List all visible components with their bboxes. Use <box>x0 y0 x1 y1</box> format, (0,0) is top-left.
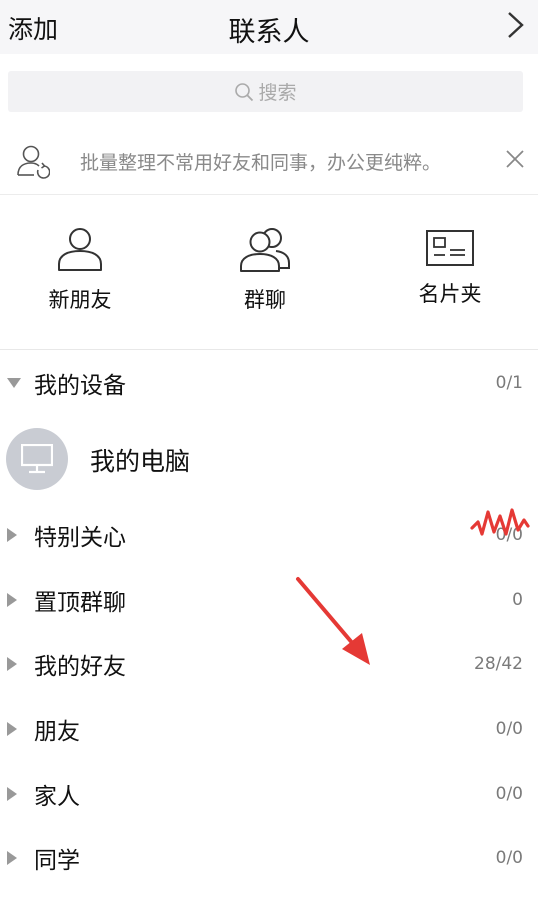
top-bar: 添加 联系人 <box>0 0 538 54</box>
group-name: 特别关心 <box>34 525 126 551</box>
triangle-right-icon <box>7 657 17 671</box>
cleanup-notice[interactable]: 批量整理不常用好友和同事，办公更纯粹。 <box>0 128 538 195</box>
card-holder-label: 名片夹 <box>418 282 482 306</box>
quick-actions: 新朋友 群聊 名片夹 <box>0 208 538 348</box>
avatar <box>6 428 68 490</box>
group-name: 我的好友 <box>34 654 126 680</box>
new-friends-label: 新朋友 <box>48 288 112 312</box>
group-count: 0/0 <box>495 719 523 739</box>
group-count: 0/0 <box>495 848 523 868</box>
group-name: 朋友 <box>34 719 80 745</box>
group-my-devices[interactable]: 我的设备 0/1 <box>0 355 538 411</box>
group-name: 家人 <box>34 784 80 810</box>
divider <box>0 349 538 350</box>
red-arrow-annotation <box>296 577 370 665</box>
group-count: 0/1 <box>495 373 523 393</box>
triangle-down-icon <box>7 378 21 388</box>
triangle-right-icon <box>7 722 17 736</box>
person-icon <box>58 228 102 271</box>
search-icon <box>235 82 254 101</box>
triangle-right-icon <box>7 528 17 542</box>
contact-refresh-icon <box>17 145 50 179</box>
waveform-icon <box>470 508 530 536</box>
close-icon[interactable] <box>504 148 526 170</box>
group-my-friends[interactable]: 我的好友 28/42 <box>0 636 538 692</box>
monitor-icon <box>21 444 53 474</box>
group-count: 0 <box>512 590 523 610</box>
group-count: 28/42 <box>474 654 523 674</box>
group-pinned-chats[interactable]: 置顶群聊 0 <box>0 572 538 628</box>
notice-text: 批量整理不常用好友和同事，办公更纯粹。 <box>80 152 442 174</box>
group-name: 同学 <box>34 848 80 874</box>
search-input[interactable]: 搜索 <box>8 71 523 112</box>
chevron-right-icon[interactable] <box>504 10 526 40</box>
search-placeholder: 搜索 <box>258 82 297 104</box>
group-name: 置顶群聊 <box>34 590 126 616</box>
group-friends[interactable]: 朋友 0/0 <box>0 701 538 757</box>
triangle-right-icon <box>7 787 17 801</box>
group-chats-label: 群聊 <box>244 288 286 312</box>
group-special-care[interactable]: 特别关心 0/0 <box>0 507 538 563</box>
new-friends-button[interactable]: 新朋友 <box>10 208 150 338</box>
card-holder-button[interactable]: 名片夹 <box>380 208 520 338</box>
group-classmates[interactable]: 同学 0/0 <box>0 830 538 886</box>
group-count: 0/0 <box>495 784 523 804</box>
triangle-right-icon <box>7 593 17 607</box>
device-name: 我的电脑 <box>90 447 191 476</box>
triangle-right-icon <box>7 851 17 865</box>
group-name: 我的设备 <box>34 373 126 399</box>
device-item-my-computer[interactable]: 我的电脑 <box>0 426 538 492</box>
group-family[interactable]: 家人 0/0 <box>0 766 538 822</box>
business-card-icon <box>426 230 474 266</box>
group-icon <box>240 228 290 272</box>
group-chats-button[interactable]: 群聊 <box>195 208 335 338</box>
page-title: 联系人 <box>228 17 310 48</box>
